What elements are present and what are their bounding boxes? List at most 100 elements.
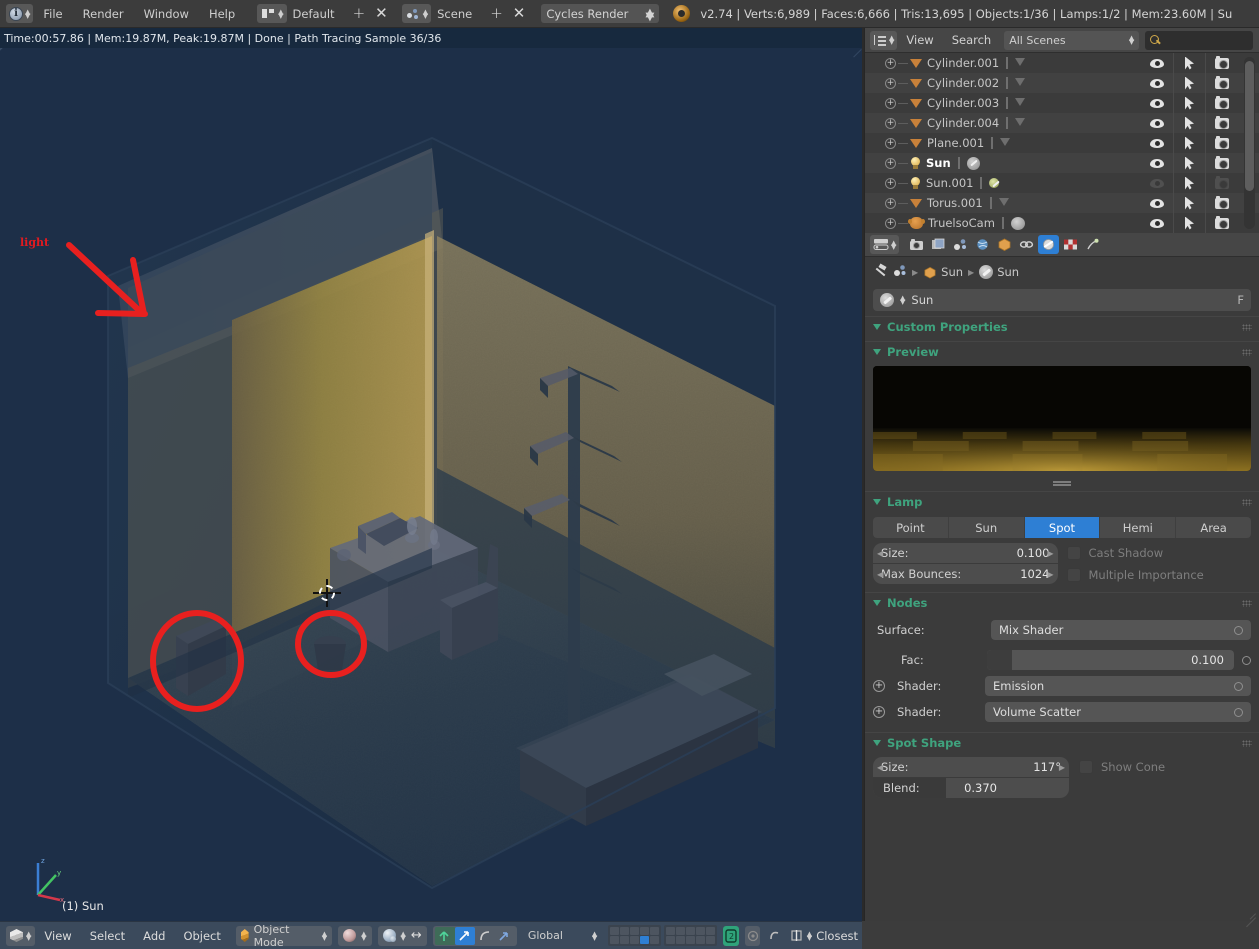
fake-user-button[interactable]: F xyxy=(1237,293,1244,307)
outliner-scrollbar[interactable] xyxy=(1244,57,1255,229)
fac-slider[interactable]: 0.100 xyxy=(987,650,1234,670)
expand-toggle-icon[interactable]: + xyxy=(885,117,896,129)
properties-tab-texture[interactable] xyxy=(1060,235,1081,254)
lamp-type-area[interactable]: Area xyxy=(1176,517,1251,538)
render-preview-button[interactable] xyxy=(744,925,761,946)
renderability-toggle[interactable] xyxy=(1205,113,1237,133)
editor-type-button[interactable]: ▲ ▼ xyxy=(6,925,36,946)
snap-element-select[interactable]: ▲ ▼ Closest xyxy=(786,926,862,946)
delete-screen-layout-button[interactable]: ✕ xyxy=(375,6,388,21)
visibility-toggle[interactable] xyxy=(1141,213,1173,233)
layer-cell[interactable] xyxy=(686,927,696,935)
layer-cell[interactable] xyxy=(666,927,676,935)
expand-toggle-icon[interactable]: + xyxy=(885,177,896,189)
layer-cell[interactable] xyxy=(706,936,716,944)
selectability-toggle[interactable] xyxy=(1173,153,1205,173)
outliner-object-name[interactable]: Cylinder.001 xyxy=(927,56,999,70)
layer-cell[interactable] xyxy=(610,927,620,935)
visibility-toggle[interactable] xyxy=(1141,133,1173,153)
outliner-menu-search[interactable]: Search xyxy=(943,28,1001,53)
scene-layers-group-2[interactable] xyxy=(664,925,718,946)
show-cone-checkbox[interactable] xyxy=(1079,760,1093,774)
menu-window[interactable]: Window xyxy=(134,0,199,28)
surface-shader-select[interactable]: Mix Shader xyxy=(991,620,1251,640)
panel-grip-icon[interactable] xyxy=(1242,349,1252,356)
shader2-select[interactable]: Volume Scatter xyxy=(985,702,1251,722)
properties-corner-handle[interactable] xyxy=(1243,905,1257,919)
outliner-object-name[interactable]: Torus.001 xyxy=(927,196,983,210)
panel-grip-icon[interactable] xyxy=(1242,499,1252,506)
decrement-icon[interactable]: ◀ xyxy=(877,570,883,579)
spot-blend-field[interactable]: Blend: 0.370 xyxy=(873,778,1069,798)
layer-cell[interactable] xyxy=(630,927,640,935)
breadcrumb-data[interactable]: Sun xyxy=(979,265,1019,279)
viewport-corner-handle-tr[interactable] xyxy=(850,48,862,60)
layer-cell[interactable] xyxy=(696,936,706,944)
lamp-max-bounces-field[interactable]: ◀ Max Bounces: 1024 ▶ xyxy=(873,564,1058,584)
panel-nodes[interactable]: Nodes xyxy=(865,592,1259,612)
selectability-toggle[interactable] xyxy=(1173,193,1205,213)
outliner-row-torus-001[interactable]: + Torus.001 xyxy=(865,193,1259,213)
viewport-menu-object[interactable]: Object xyxy=(174,922,229,949)
outliner-search-input[interactable] xyxy=(1145,30,1253,50)
expand-toggle-icon[interactable]: + xyxy=(885,217,896,229)
menu-help[interactable]: Help xyxy=(199,0,245,28)
outliner-object-name[interactable]: Cylinder.004 xyxy=(927,116,999,130)
selectability-toggle[interactable] xyxy=(1173,213,1205,233)
chevron-updown-icon[interactable]: ▲ ▼ xyxy=(900,295,905,306)
expand-toggle-icon[interactable]: + xyxy=(885,197,896,209)
outliner-row-cylinder-002[interactable]: + Cylinder.002 xyxy=(865,73,1259,93)
outliner-row-sun-001[interactable]: + Sun.001 xyxy=(865,173,1259,193)
node-socket-icon[interactable] xyxy=(1234,625,1243,635)
node-socket-icon[interactable] xyxy=(1234,707,1243,717)
renderability-toggle[interactable] xyxy=(1205,193,1237,213)
interaction-mode-select[interactable]: Object Mode ▲ ▼ xyxy=(235,923,333,949)
node-socket-icon[interactable] xyxy=(1242,655,1251,665)
panel-grip-icon[interactable] xyxy=(1242,600,1252,607)
viewport-3d[interactable]: light z y x (1) Sun xyxy=(0,48,862,921)
translate-manipulator-button[interactable] xyxy=(454,926,475,945)
shader1-select[interactable]: Emission xyxy=(985,676,1251,696)
properties-editor-type-button[interactable]: ▲ ▼ xyxy=(870,235,900,254)
multiple-importance-checkbox[interactable] xyxy=(1066,568,1081,582)
selectability-toggle[interactable] xyxy=(1173,53,1205,73)
visibility-toggle[interactable] xyxy=(1141,113,1173,133)
outliner-row-cylinder-003[interactable]: + Cylinder.003 xyxy=(865,93,1259,113)
renderability-toggle[interactable] xyxy=(1205,153,1237,173)
screen-layout-type-button[interactable]: ▲ ▼ xyxy=(257,4,287,23)
panel-preview[interactable]: Preview xyxy=(865,341,1259,361)
outliner-menu-view[interactable]: View xyxy=(897,28,942,53)
renderability-toggle[interactable] xyxy=(1205,93,1237,113)
blender-menu-button[interactable]: i ▲ ▼ xyxy=(6,4,34,23)
menu-file[interactable]: File xyxy=(33,0,72,28)
breadcrumb-object[interactable]: Sun xyxy=(923,265,963,279)
expand-toggle-icon[interactable]: + xyxy=(885,137,896,149)
preview-resize-grab[interactable] xyxy=(865,473,1259,486)
layer-cell[interactable] xyxy=(610,936,620,944)
menu-render[interactable]: Render xyxy=(73,0,134,28)
render-engine-select[interactable]: Cycles Render ▲ ▼ xyxy=(541,4,660,23)
lamp-type-spot[interactable]: Spot xyxy=(1024,517,1101,538)
outliner-row-plane-001[interactable]: + Plane.001 xyxy=(865,133,1259,153)
increment-icon[interactable]: ▶ xyxy=(1047,549,1053,558)
manipulator-widget-group[interactable] xyxy=(432,925,517,946)
delete-scene-button[interactable]: ✕ xyxy=(513,6,526,21)
expand-toggle-icon[interactable]: + xyxy=(885,157,896,169)
multiple-importance-row[interactable]: Multiple Importance xyxy=(1066,565,1252,585)
lamp-type-hemi[interactable]: Hemi xyxy=(1100,517,1177,538)
outliner-editor-type-button[interactable]: ▲ ▼ xyxy=(870,30,898,50)
mesh-data-icon[interactable] xyxy=(1015,58,1027,68)
outliner-object-name[interactable]: Cylinder.003 xyxy=(927,96,999,110)
renderability-toggle[interactable] xyxy=(1205,213,1237,233)
manipulator-toggle-icon[interactable]: ↔ xyxy=(411,928,422,943)
mesh-data-icon[interactable] xyxy=(998,198,1011,208)
lock-camera-to-view-button[interactable]: 2 xyxy=(723,925,739,946)
outliner-row-cylinder-001[interactable]: + Cylinder.001 xyxy=(865,53,1259,73)
properties-tab-particles[interactable] xyxy=(1082,235,1103,254)
lamp-data-icon-green[interactable] xyxy=(989,178,1000,188)
renderability-toggle[interactable] xyxy=(1205,53,1237,73)
lamp-data-icon[interactable] xyxy=(966,156,980,170)
increment-icon[interactable]: ▶ xyxy=(1047,570,1053,579)
layer-cell[interactable] xyxy=(630,936,640,944)
layer-cell[interactable] xyxy=(696,927,706,935)
